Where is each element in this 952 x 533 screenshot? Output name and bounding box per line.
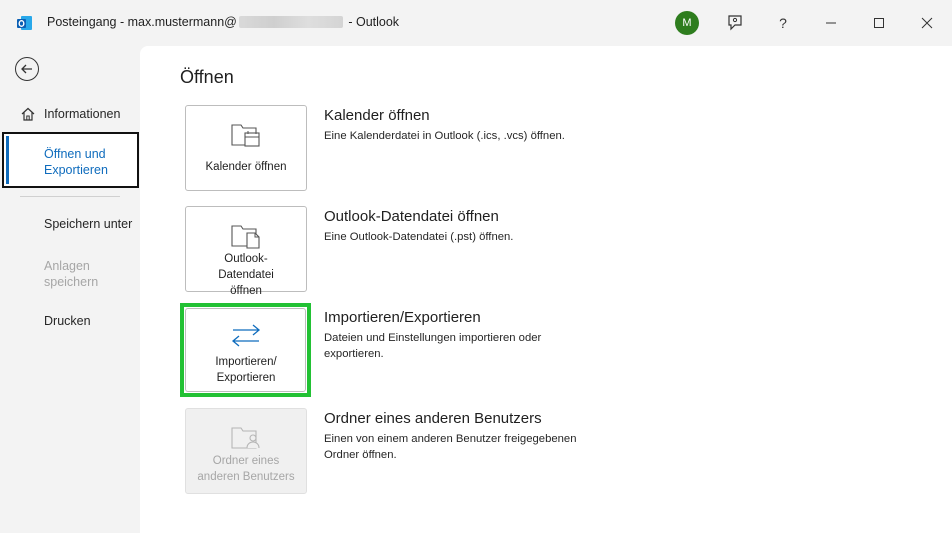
- tile-label: Importieren/ Exportieren: [186, 354, 306, 386]
- tile-label: Outlook-Datendatei öffnen: [186, 251, 306, 299]
- nav-item-label: Speichern unter: [44, 217, 133, 231]
- back-button[interactable]: [15, 57, 39, 81]
- option-title: Kalender öffnen: [324, 107, 430, 124]
- tile-inner: Importieren/ Exportieren: [185, 308, 306, 392]
- help-icon[interactable]: ?: [773, 13, 793, 33]
- option-title: Importieren/Exportieren: [324, 309, 481, 326]
- home-icon: [21, 107, 35, 121]
- nav-item-information[interactable]: Informationen: [0, 104, 140, 126]
- option-title: Outlook-Datendatei öffnen: [324, 208, 499, 225]
- open-calendar-button[interactable]: Kalender öffnen: [185, 105, 307, 191]
- other-user-folder-description: Ordner eines anderen Benutzers Einen von…: [324, 410, 584, 463]
- tile-label: Kalender öffnen: [205, 161, 287, 173]
- nav-item-label: Anlagen speichern: [44, 259, 99, 289]
- option-text: Eine Outlook-Datendatei (.pst) öffnen.: [324, 231, 514, 243]
- feedback-icon[interactable]: [725, 13, 745, 33]
- arrow-left-icon: [21, 64, 32, 74]
- option-title: Ordner eines anderen Benutzers: [324, 410, 542, 427]
- window-title: Posteingang - max.mustermann@ - Outlook: [47, 15, 399, 29]
- title-bar: Posteingang - max.mustermann@ - Outlook …: [0, 0, 952, 46]
- shared-folder-icon: [231, 427, 260, 449]
- window-title-prefix: Posteingang - max.mustermann@: [47, 15, 237, 29]
- tile-label: Ordner eines anderen Benutzers: [186, 453, 306, 485]
- tile-label-text: Ordner eines anderen Benutzers: [197, 455, 295, 483]
- open-calendar-description: Kalender öffnen Eine Kalenderdatei in Ou…: [324, 107, 584, 144]
- folder-file-icon: [231, 225, 260, 249]
- maximize-icon[interactable]: [869, 13, 889, 33]
- window-title-suffix: - Outlook: [348, 15, 400, 29]
- tile-label-text: Importieren/ Exportieren: [215, 356, 277, 384]
- other-user-folder-button: Ordner eines anderen Benutzers: [185, 408, 307, 494]
- import-export-description: Importieren/Exportieren Dateien und Eins…: [324, 309, 584, 362]
- page-title: Öffnen: [180, 67, 234, 87]
- minimize-icon[interactable]: [821, 13, 841, 33]
- option-text: Einen von einem anderen Benutzer freigeg…: [324, 433, 577, 461]
- tile-label-text: Outlook-Datendatei öffnen: [218, 253, 274, 297]
- nav-item-label: Öffnen und Exportieren: [44, 147, 108, 177]
- open-data-file-description: Outlook-Datendatei öffnen Eine Outlook-D…: [324, 208, 584, 245]
- nav-item-label: Informationen: [44, 107, 121, 121]
- nav-divider: [20, 196, 120, 197]
- avatar[interactable]: M: [675, 11, 699, 35]
- arrows-left-right-icon: [231, 324, 261, 347]
- open-data-file-button[interactable]: Outlook-Datendatei öffnen: [185, 206, 307, 297]
- nav-item-label: Drucken: [44, 314, 91, 328]
- main-panel: Öffnen Kalender öffnen Kalender öffnen E…: [140, 46, 952, 533]
- import-export-button[interactable]: Importieren/ Exportieren: [180, 303, 311, 397]
- folder-calendar-icon: [231, 124, 260, 147]
- selected-indicator: [6, 136, 9, 184]
- backstage-nav: Informationen Öffnen und Exportieren Spe…: [0, 46, 140, 533]
- outlook-logo-icon: [17, 16, 32, 30]
- option-text: Eine Kalenderdatei in Outlook (.ics, .vc…: [324, 130, 565, 142]
- nav-item-open-export[interactable]: Öffnen und Exportieren: [2, 132, 139, 188]
- close-icon[interactable]: [917, 13, 937, 33]
- option-text: Dateien und Einstellungen importieren od…: [324, 332, 542, 360]
- redacted-email: [238, 16, 343, 28]
